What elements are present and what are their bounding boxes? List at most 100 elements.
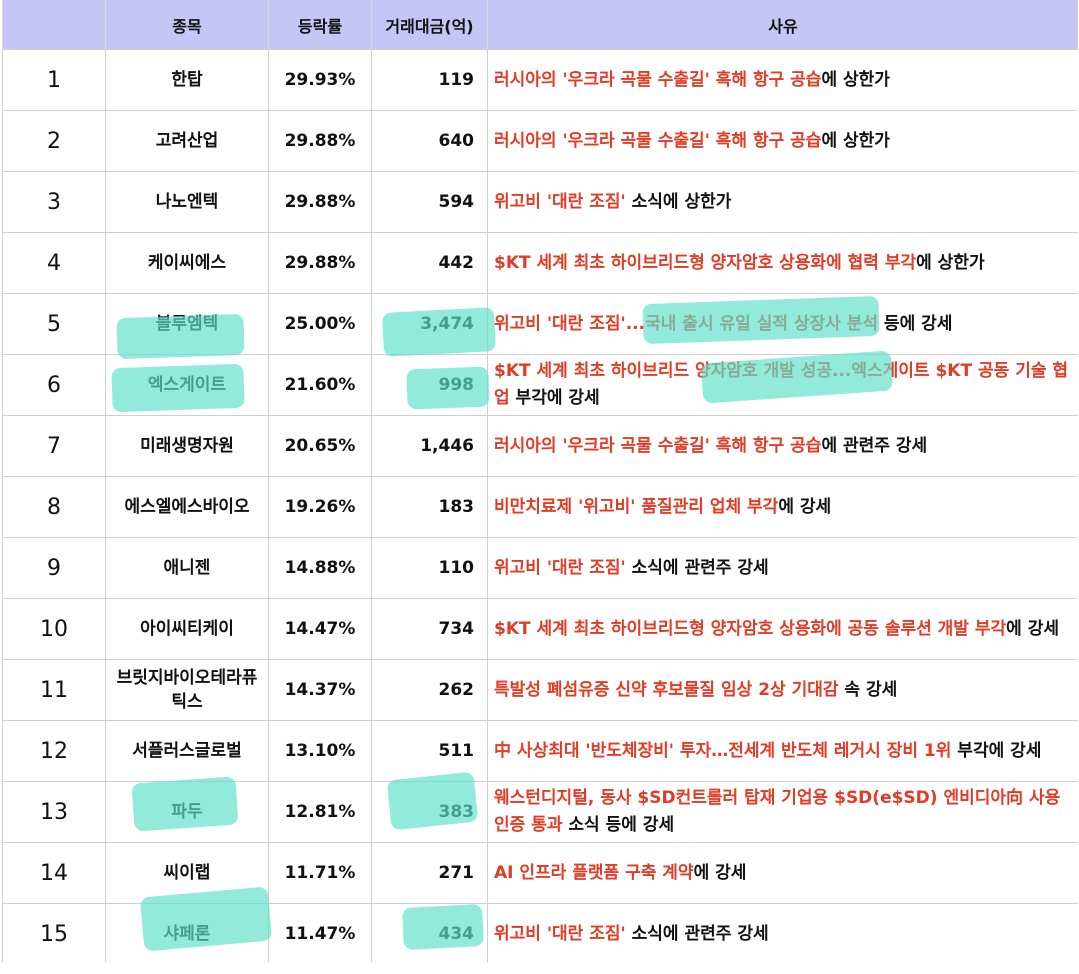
rank-cell: 5 — [2, 293, 106, 355]
highlight-mark-xgate-amount — [406, 366, 490, 410]
stock-name-cell: 고려산업 — [105, 110, 269, 172]
reason-cell: AI 인프라 플랫폼 구축 계약에 강세 — [487, 842, 1078, 904]
reason-cell: 비만치료제 '위고비' 품질관리 업체 부각에 강세 — [487, 476, 1078, 538]
header-reason: 사유 — [487, 0, 1078, 50]
reason-cell: 러시아의 '우크라 곡물 수출길' 흑해 항구 공습에 상한가 — [487, 110, 1078, 172]
trading-amount-cell: 594 — [371, 171, 488, 233]
reason-highlight-text: 中 사상최대 '반도체장비' 투자…전세계 반도체 레거시 장비 1위 — [494, 740, 952, 761]
header-name: 종목 — [105, 0, 269, 50]
reason-suffix-text: 에 강세 — [693, 862, 747, 883]
rank-cell: 10 — [2, 598, 106, 660]
table-row: 11 브릿지바이오테라퓨틱스 14.37% 262 특발성 폐섬유증 신약 후보물질 임… — [2, 659, 1078, 721]
change-rate-cell: 12.81% — [268, 781, 372, 843]
rank-cell: 8 — [2, 476, 106, 538]
stock-name-cell: 나노엔텍 — [105, 171, 269, 233]
trading-amount-cell: 734 — [371, 598, 488, 660]
change-rate-cell: 29.93% — [268, 49, 372, 111]
rank-cell: 15 — [2, 903, 106, 962]
stock-name-cell: 케이씨에스 — [105, 232, 269, 294]
change-rate-cell: 29.88% — [268, 232, 372, 294]
table-row: 7 미래생명자원 20.65% 1,446 러시아의 '우크라 곡물 수출길' 흑해 항… — [2, 415, 1078, 477]
table-row: 12 서플러스글로벌 13.10% 511 中 사상최대 '반도체장비' 투자…전세계 … — [2, 720, 1078, 782]
change-rate-cell: 20.65% — [268, 415, 372, 477]
header-amount: 거래대금(억) — [371, 0, 488, 50]
change-rate-cell: 25.00% — [268, 293, 372, 355]
trading-amount-cell: 110 — [371, 537, 488, 599]
reason-cell: 위고비 '대란 조짐' 소식에 관련주 강세 — [487, 537, 1078, 599]
reason-cell: 中 사상최대 '반도체장비' 투자…전세계 반도체 레거시 장비 1위 부각에 … — [487, 720, 1078, 782]
stock-name-cell: 에스엘에스바이오 — [105, 476, 269, 538]
rank-cell: 1 — [2, 49, 106, 111]
reason-cell: $KT 세계 최초 하이브리드형 양자암호 상용화에 협력 부각에 상한가 — [487, 232, 1078, 294]
change-rate-cell: 13.10% — [268, 720, 372, 782]
trading-amount-cell: 640 — [371, 110, 488, 172]
change-rate-cell: 29.88% — [268, 171, 372, 233]
rank-cell: 6 — [2, 354, 106, 416]
reason-cell: 러시아의 '우크라 곡물 수출길' 흑해 항구 공습에 상한가 — [487, 49, 1078, 111]
reason-suffix-text: 에 상한가 — [821, 130, 890, 151]
stock-name-cell: 애니젠 — [105, 537, 269, 599]
reason-highlight-text: $KT 세계 최초 하이브리드형 양자암호 상용화에 공동 솔루션 개발 부각 — [494, 618, 1007, 639]
table-row: 3 나노엔텍 29.88% 594 위고비 '대란 조짐' 소식에 상한가 — [2, 171, 1078, 233]
reason-suffix-text: 등에 강세 — [878, 313, 953, 334]
table-row: 4 케이씨에스 29.88% 442 $KT 세계 최초 하이브리드형 양자암호 상용화… — [2, 232, 1078, 294]
reason-suffix-text: 소식에 관련주 강세 — [625, 557, 769, 578]
reason-cell: 웨스턴디지털, 동사 $SD컨트롤러 탑재 기업용 $SD(e$SD) 엔비디아… — [487, 781, 1078, 843]
highlight-mark-xgate-name — [111, 363, 245, 413]
reason-suffix-text: 소식 등에 강세 — [562, 815, 675, 835]
stock-name-cell: 아이씨티케이 — [105, 598, 269, 660]
reason-suffix-text: 속 강세 — [838, 679, 898, 700]
rank-cell: 11 — [2, 659, 106, 721]
change-rate-cell: 14.88% — [268, 537, 372, 599]
highlight-mark-padu-amount — [386, 771, 479, 831]
rank-cell: 2 — [2, 110, 106, 172]
change-rate-cell: 14.47% — [268, 598, 372, 660]
table-row: 2 고려산업 29.88% 640 러시아의 '우크라 곡물 수출길' 흑해 항구 공습… — [2, 110, 1078, 172]
trading-amount-cell: 119 — [371, 49, 488, 111]
reason-suffix-text: 에 관련주 강세 — [821, 435, 928, 456]
reason-cell: 러시아의 '우크라 곡물 수출길' 흑해 항구 공습에 관련주 강세 — [487, 415, 1078, 477]
stock-name-cell: 한탑 — [105, 49, 269, 111]
table-row: 10 아이씨티케이 14.47% 734 $KT 세계 최초 하이브리드형 양자암호 상… — [2, 598, 1078, 660]
reason-highlight-text: 위고비 '대란 조짐' — [494, 923, 626, 944]
reason-highlight-text: 위고비 '대란 조짐' — [494, 191, 626, 212]
reason-suffix-text: 부각에 강세 — [951, 740, 1042, 761]
change-rate-cell: 14.37% — [268, 659, 372, 721]
highlight-mark-blueemtek-name — [116, 313, 245, 360]
highlight-mark-padu-name — [131, 776, 239, 832]
reason-cell: 위고비 '대란 조짐' 소식에 상한가 — [487, 171, 1078, 233]
rank-cell: 4 — [2, 232, 106, 294]
reason-cell: $KT 세계 최초 하이브리드형 양자암호 상용화에 공동 솔루션 개발 부각에… — [487, 598, 1078, 660]
rank-cell: 9 — [2, 537, 106, 599]
reason-highlight-text: 비만치료제 '위고비' 품질관리 업체 부각 — [494, 496, 779, 517]
table-row: 1 한탑 29.93% 119 러시아의 '우크라 곡물 수출길' 흑해 항구 공습에 … — [2, 49, 1078, 111]
trading-amount-cell: 183 — [371, 476, 488, 538]
highlight-mark-chaperone-amount — [401, 903, 485, 951]
table-row: 14 씨이랩 11.71% 271 AI 인프라 플랫폼 구축 계약에 강세 — [2, 842, 1078, 904]
table-row: 9 애니젠 14.88% 110 위고비 '대란 조짐' 소식에 관련주 강세 — [2, 537, 1078, 599]
trading-amount-cell: 262 — [371, 659, 488, 721]
reason-highlight-text: 러시아의 '우크라 곡물 수출길' 흑해 항구 공습 — [494, 130, 822, 151]
change-rate-cell: 29.88% — [268, 110, 372, 172]
header-change: 등락률 — [268, 0, 372, 50]
highlight-mark-chaperone-name — [139, 886, 273, 952]
rank-cell: 12 — [2, 720, 106, 782]
change-rate-cell: 19.26% — [268, 476, 372, 538]
stock-name-cell: 미래생명자원 — [105, 415, 269, 477]
trading-amount-cell: 511 — [371, 720, 488, 782]
change-rate-cell: 21.60% — [268, 354, 372, 416]
rank-cell: 7 — [2, 415, 106, 477]
reason-highlight-text: AI 인프라 플랫폼 구축 계약 — [494, 862, 694, 883]
rank-cell: 13 — [2, 781, 106, 843]
stock-name-cell: 브릿지바이오테라퓨틱스 — [105, 659, 269, 721]
table-row: 8 에스엘에스바이오 19.26% 183 비만치료제 '위고비' 품질관리 업체 부각… — [2, 476, 1078, 538]
reason-highlight-text: 러시아의 '우크라 곡물 수출길' 흑해 항구 공습 — [494, 435, 822, 456]
reason-suffix-text: 소식에 관련주 강세 — [625, 923, 769, 944]
reason-highlight-text: 위고비 '대란 조짐' — [494, 557, 626, 578]
reason-highlight-text: $KT 세계 최초 하이브리드형 양자암호 상용화에 협력 부각 — [494, 252, 917, 273]
reason-suffix-text: 소식에 상한가 — [625, 191, 732, 212]
reason-cell: 위고비 '대란 조짐' 소식에 관련주 강세 — [487, 903, 1078, 962]
reason-suffix-text: 에 상한가 — [916, 252, 985, 273]
page-bottom-margin — [0, 962, 1079, 974]
rank-cell: 3 — [2, 171, 106, 233]
